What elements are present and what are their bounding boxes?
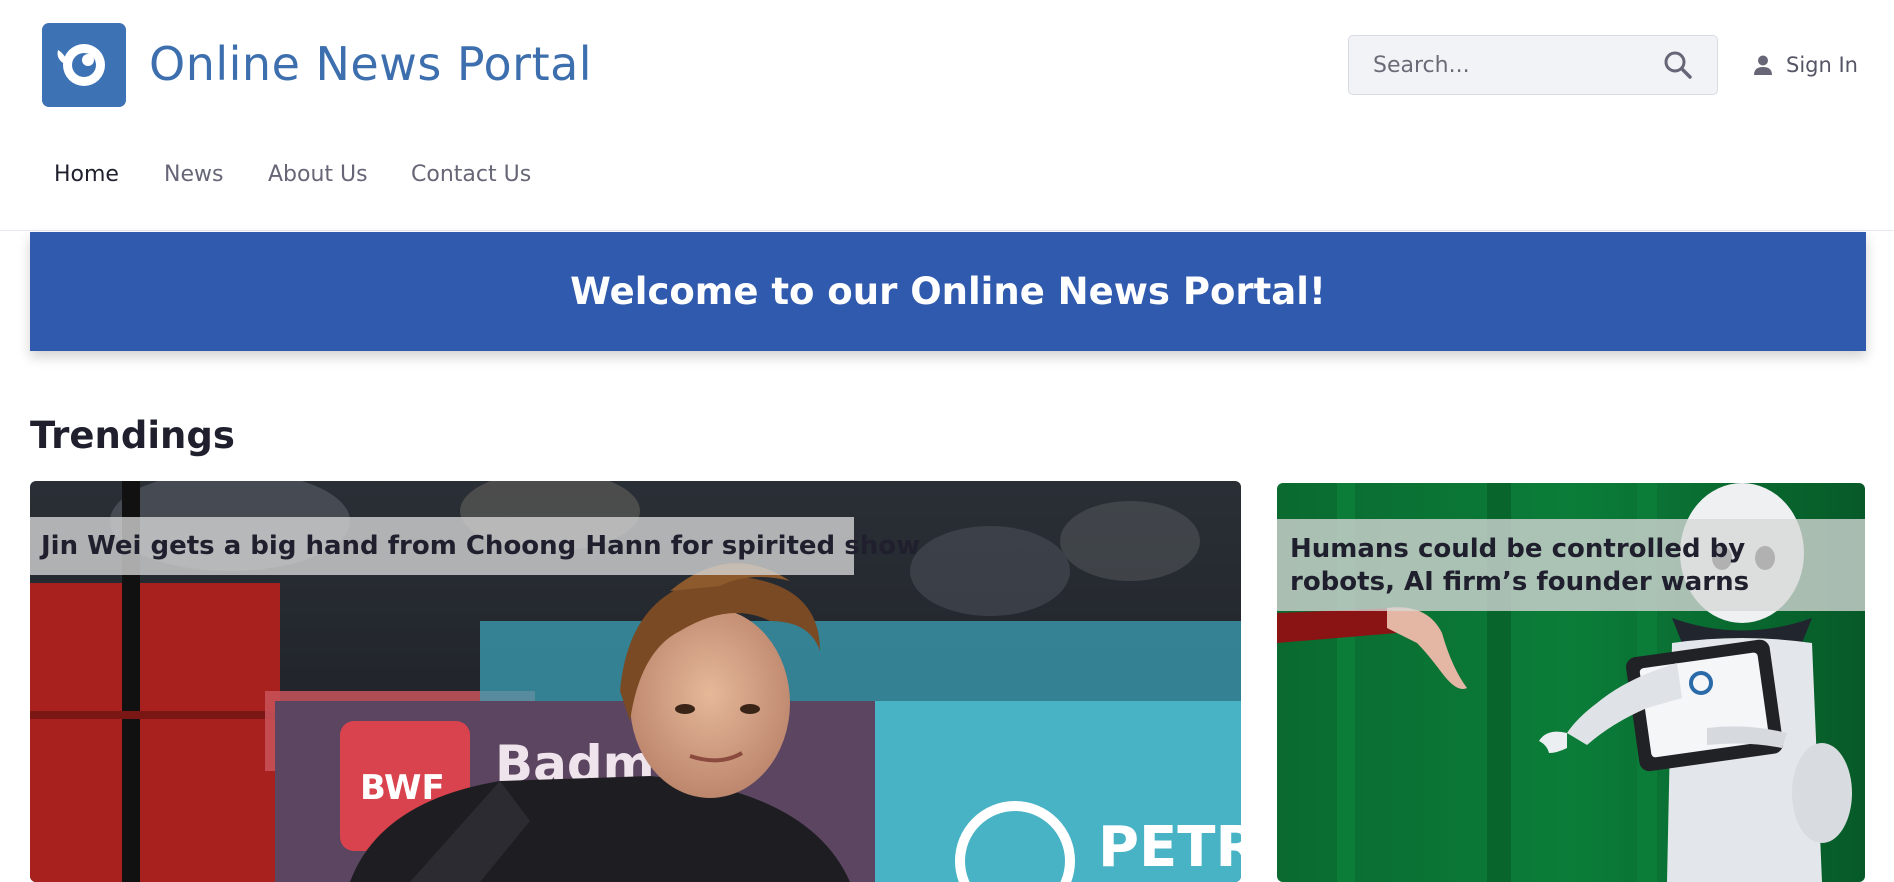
welcome-banner: Welcome to our Online News Portal! [30, 232, 1866, 351]
search-input[interactable] [1350, 37, 1650, 93]
site-title[interactable]: Online News Portal [149, 34, 592, 94]
nav-item-contact-us[interactable]: Contact Us [411, 152, 531, 198]
banner-title: Welcome to our Online News Portal! [570, 270, 1326, 313]
nav-item-about-us[interactable]: About Us [268, 152, 368, 198]
main-nav: Home News About Us Contact Us [0, 152, 900, 198]
svg-text:PETR: PETR [1098, 815, 1241, 880]
trending-heading: Trendings [30, 414, 235, 457]
trending-card-side[interactable]: Humans could be controlled by robots, AI… [1277, 483, 1865, 882]
nav-item-news[interactable]: News [164, 152, 223, 198]
sign-in-button[interactable]: Sign In [1752, 47, 1858, 83]
trending-headline[interactable]: Jin Wei gets a big hand from Choong Hann… [30, 517, 920, 575]
page: Online News Portal Sign In Home News Abo… [0, 0, 1894, 882]
nav-item-home[interactable]: Home [54, 152, 119, 198]
site-logo[interactable] [42, 23, 126, 107]
site-header: Online News Portal Sign In Home News Abo… [0, 0, 1894, 231]
search-icon[interactable] [1663, 50, 1693, 80]
trending-card-main[interactable]: BWF Badm PETR Jin Wei gets a big hand fr… [30, 481, 1241, 882]
eye-logo-icon [57, 44, 105, 86]
sign-in-label: Sign In [1786, 53, 1858, 77]
search-box [1348, 35, 1718, 95]
user-icon [1754, 55, 1772, 75]
trending-headline[interactable]: Humans could be controlled by robots, AI… [1277, 519, 1865, 611]
